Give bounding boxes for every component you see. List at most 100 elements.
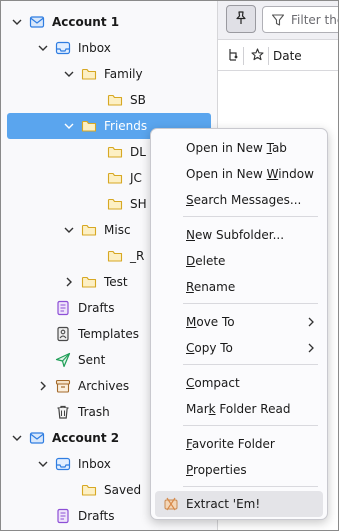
chevron-down-icon[interactable] (63, 68, 75, 80)
pin-icon (234, 10, 248, 28)
account-icon (29, 430, 45, 446)
star-icon (250, 48, 264, 64)
folder-label: Drafts (78, 301, 115, 315)
trash-icon (55, 404, 71, 420)
folder-icon (107, 248, 123, 264)
folder-icon (81, 274, 97, 290)
filter-search-box[interactable] (262, 6, 338, 33)
menu-separator (183, 303, 318, 304)
thread-icon (227, 48, 239, 65)
date-column-header[interactable]: Date (273, 49, 302, 63)
folder-label: SH (130, 197, 147, 211)
chevron-down-icon[interactable] (37, 458, 49, 470)
pin-filter-button[interactable] (226, 5, 256, 33)
menu-search-messages-label: Search Messages... (186, 193, 302, 207)
folder-context-menu: Open in New Tab Open in New Window Searc… (150, 128, 328, 520)
menu-copy-to-label: Copy To (186, 341, 233, 355)
column-separator (268, 47, 269, 65)
folder-label: _R (130, 249, 145, 263)
folder-item-inbox[interactable]: Inbox (1, 35, 217, 61)
folder-label: Friends (104, 119, 148, 133)
submenu-arrow-icon (307, 342, 315, 354)
menu-new-subfolder-label: New Subfolder... (186, 228, 285, 242)
folder-label: SB (130, 93, 146, 107)
menu-rename[interactable]: Rename (155, 274, 323, 300)
archive-icon (55, 378, 71, 394)
menu-open-new-window[interactable]: Open in New Window (155, 161, 323, 187)
folder-icon (81, 222, 97, 238)
thread-column-header: Date (218, 41, 338, 71)
folder-label: Test (104, 275, 128, 289)
folder-icon (81, 118, 97, 134)
menu-move-to[interactable]: Move To (155, 309, 323, 335)
folder-icon (107, 196, 123, 212)
quick-filter-bar (218, 1, 338, 40)
folder-icon (107, 170, 123, 186)
star-column-button[interactable] (245, 41, 269, 71)
folder-item-family[interactable]: Family (1, 61, 217, 87)
folder-icon (107, 92, 123, 108)
folder-icon (81, 66, 97, 82)
filter-icon (271, 13, 285, 30)
menu-open-new-tab-label: Open in New Tab (186, 141, 287, 155)
menu-open-new-tab[interactable]: Open in New Tab (155, 135, 323, 161)
menu-compact[interactable]: Compact (155, 370, 323, 396)
folder-label: Templates (78, 327, 140, 341)
menu-rename-label: Rename (186, 280, 236, 294)
menu-move-to-label: Move To (186, 315, 235, 329)
menu-separator (183, 425, 318, 426)
chevron-down-icon[interactable] (11, 432, 23, 444)
menu-copy-to[interactable]: Copy To (155, 335, 323, 361)
sent-icon (55, 352, 71, 368)
folder-label: Account 1 (52, 15, 120, 29)
folder-label: Inbox (78, 41, 111, 55)
menu-delete[interactable]: Delete (155, 248, 323, 274)
menu-separator (183, 364, 318, 365)
folder-label: DL (130, 145, 146, 159)
thread-column-button[interactable] (222, 41, 244, 71)
folder-label: JC (130, 171, 142, 185)
chevron-down-icon[interactable] (63, 120, 75, 132)
menu-mark-folder-read[interactable]: Mark Folder Read (155, 396, 323, 422)
extract-addon-icon (163, 496, 179, 515)
chevron-down-icon[interactable] (63, 224, 75, 236)
menu-delete-label: Delete (186, 254, 226, 268)
folder-label: Misc (104, 223, 131, 237)
menu-new-subfolder[interactable]: New Subfolder... (155, 222, 323, 248)
folder-icon (81, 482, 97, 498)
drafts-icon (55, 508, 71, 524)
folder-label: Sent (78, 353, 106, 367)
inbox-icon (55, 40, 71, 56)
chevron-right-icon[interactable] (63, 276, 75, 288)
menu-extract-em[interactable]: Extract 'Em! (155, 491, 323, 517)
folder-label: Archives (78, 379, 130, 393)
menu-properties-label: Properties (186, 463, 247, 477)
folder-label: Drafts (78, 509, 115, 523)
menu-mark-folder-read-label: Mark Folder Read (186, 402, 291, 416)
folder-label: Trash (78, 405, 110, 419)
column-separator (243, 47, 244, 65)
menu-separator (183, 216, 318, 217)
menu-extract-em-label: Extract 'Em! (186, 497, 261, 511)
drafts-icon (55, 300, 71, 316)
menu-separator (183, 486, 318, 487)
folder-label: Account 2 (52, 431, 120, 445)
folder-label: Family (104, 67, 143, 81)
submenu-arrow-icon (307, 316, 315, 328)
folder-item-account-1[interactable]: Account 1 (1, 9, 217, 35)
account-icon (29, 14, 45, 30)
chevron-right-icon[interactable] (37, 380, 49, 392)
templates-icon (55, 326, 71, 342)
chevron-down-icon[interactable] (11, 16, 23, 28)
menu-compact-label: Compact (186, 376, 240, 390)
menu-open-new-window-label: Open in New Window (186, 167, 314, 181)
menu-favorite-folder[interactable]: Favorite Folder (155, 431, 323, 457)
menu-properties[interactable]: Properties (155, 457, 323, 483)
folder-icon (107, 144, 123, 160)
folder-label: Inbox (78, 457, 111, 471)
chevron-down-icon[interactable] (37, 42, 49, 54)
menu-favorite-folder-label: Favorite Folder (186, 437, 275, 451)
filter-search-input[interactable] (289, 11, 338, 29)
menu-search-messages[interactable]: Search Messages... (155, 187, 323, 213)
folder-item-sb[interactable]: SB (1, 87, 217, 113)
